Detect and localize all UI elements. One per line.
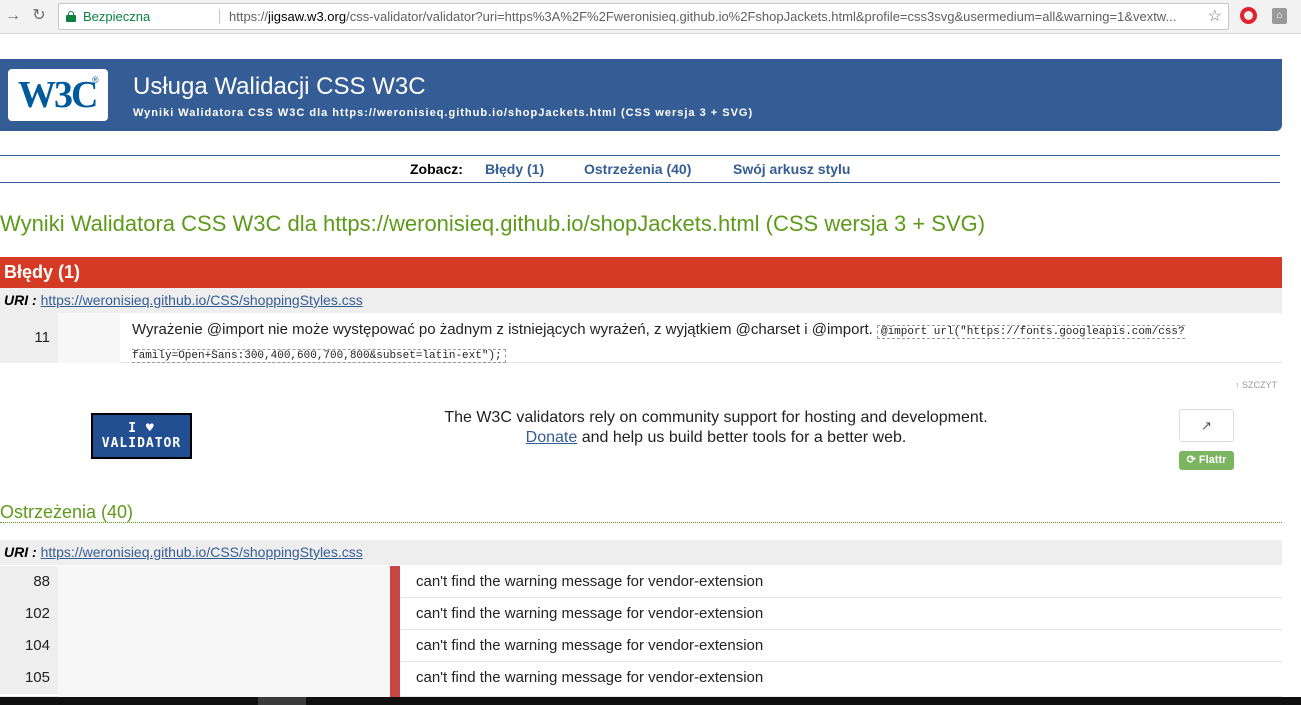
error-row: 11 Wyrażenie @import nie może występować… [0, 313, 1282, 363]
page-title: Usługa Walidacji CSS W3C [133, 73, 426, 100]
support-message: The W3C validators rely on community sup… [380, 408, 1052, 448]
page-banner: W3C ® Usługa Walidacji CSS W3C Wyniki Wa… [0, 59, 1282, 131]
i-love-validator-badge[interactable]: I ♥ VALIDATOR [91, 413, 192, 459]
error-message-text: Wyrażenie @import nie może występować po… [132, 321, 873, 338]
flattr-icon: ⟳ [1186, 454, 1196, 466]
omnibox-divider [219, 9, 220, 24]
address-bar[interactable]: Bezpieczna https://jigsaw.w3.org/css-val… [58, 3, 1229, 30]
flattr-button[interactable]: ⟳ Flattr [1179, 451, 1234, 470]
bookmark-star-icon[interactable]: ☆ [1208, 4, 1222, 29]
error-context-cell [58, 313, 120, 363]
support-text-2: and help us build better tools for a bet… [581, 429, 907, 446]
warning-line-number: 104 [0, 630, 58, 662]
warning-message: can't find the warning message for vendo… [416, 605, 764, 622]
warning-context-cell [58, 630, 390, 662]
badge-line-1: I ♥ [128, 421, 155, 436]
errors-uri-link[interactable]: https://weronisieq.github.io/CSS/shoppin… [41, 292, 363, 308]
nav-stylesheet-link[interactable]: Swój arkusz stylu [733, 156, 850, 183]
badge-line-2: VALIDATOR [101, 436, 182, 451]
share-external-icon[interactable]: ↗ [1179, 409, 1234, 442]
uri-label: URI : [4, 544, 37, 560]
warnings-uri-row: URI : https://weronisieq.github.io/CSS/s… [0, 540, 1282, 565]
uri-label: URI : [4, 292, 37, 308]
opera-extension-icon[interactable] [1240, 7, 1257, 24]
warning-row: 88 can't find the warning message for ve… [0, 566, 1282, 598]
warning-context-cell [58, 662, 390, 697]
warnings-heading: Ostrzeżenia (40) [0, 502, 1282, 523]
url-text[interactable]: https://jigsaw.w3.org/css-validator/vali… [229, 4, 1176, 29]
reload-icon[interactable]: ↻ [28, 5, 50, 27]
warning-level-bar [390, 630, 400, 662]
os-taskbar [0, 697, 1301, 705]
back-to-top-link[interactable]: ↑ SZCZYT [1235, 380, 1277, 390]
warning-row: 105 can't find the warning message for v… [0, 662, 1282, 697]
warning-line-number: 88 [0, 566, 58, 598]
support-text-2-wrap: Donate and help us build better tools fo… [380, 428, 1052, 448]
warning-line-number: 105 [0, 662, 58, 694]
error-message: Wyrażenie @import nie może występować po… [132, 319, 1272, 367]
warning-context-cell [58, 566, 390, 598]
w3c-logo-text: W3C [18, 74, 98, 116]
lock-icon [66, 11, 76, 22]
registered-mark: ® [92, 75, 99, 85]
page-subtitle: Wyniki Walidatora CSS W3C dla https://we… [133, 107, 754, 119]
warning-message: can't find the warning message for vendo… [416, 669, 764, 686]
w3c-logo[interactable]: W3C ® [8, 69, 108, 121]
results-nav: Zobacz: Błędy (1) Ostrzeżenia (40) Swój … [0, 155, 1280, 183]
warning-message: can't find the warning message for vendo… [416, 637, 764, 654]
support-text-1: The W3C validators rely on community sup… [444, 409, 988, 426]
warning-level-bar [390, 662, 400, 697]
errors-heading: Błędy (1) [0, 257, 1282, 288]
taskbar-app-button[interactable] [258, 697, 306, 705]
warning-level-bar [390, 566, 400, 598]
results-heading: Wyniki Walidatora CSS W3C dla https://we… [0, 211, 986, 236]
nav-warnings-link[interactable]: Ostrzeżenia (40) [584, 156, 691, 183]
browser-toolbar: → ↻ Bezpieczna https://jigsaw.w3.org/css… [0, 0, 1301, 34]
warning-line-number: 102 [0, 598, 58, 630]
donate-link[interactable]: Donate [526, 429, 578, 446]
nav-errors-link[interactable]: Błędy (1) [485, 156, 544, 183]
url-path: /css-validator/validator?uri=https%3A%2F… [346, 9, 1177, 24]
warning-row: 102 can't find the warning message for v… [0, 598, 1282, 630]
flattr-label: Flattr [1198, 454, 1227, 466]
nav-label: Zobacz: [410, 161, 463, 177]
secure-label: Bezpieczna [83, 9, 151, 24]
warning-message: can't find the warning message for vendo… [416, 573, 764, 590]
errors-uri-row: URI : https://weronisieq.github.io/CSS/s… [0, 288, 1282, 313]
error-line-number: 11 [0, 313, 58, 363]
back-arrow-icon[interactable]: → [2, 5, 24, 27]
extension-icon[interactable]: ⌂ [1272, 8, 1287, 24]
url-host: jigsaw.w3.org [268, 9, 347, 24]
url-prefix: https:// [229, 9, 269, 24]
warning-context-cell [58, 598, 390, 630]
warning-level-bar [390, 598, 400, 630]
warning-row: 104 can't find the warning message for v… [0, 630, 1282, 662]
warnings-uri-link[interactable]: https://weronisieq.github.io/CSS/shoppin… [41, 544, 363, 560]
